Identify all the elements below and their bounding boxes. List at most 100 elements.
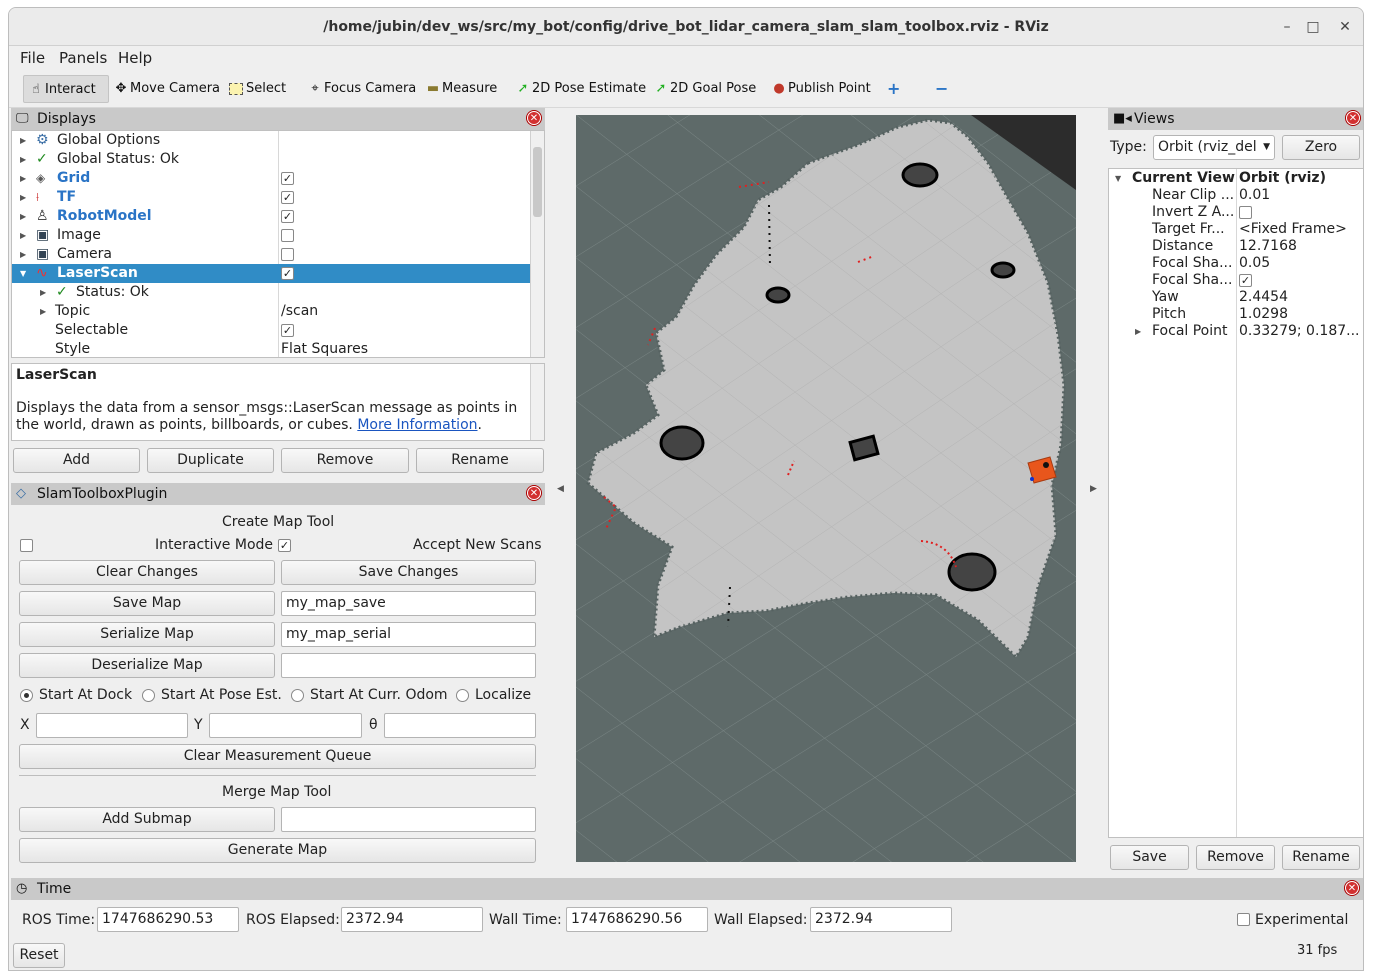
tree-row-topic[interactable]: ▶ Topic /scan bbox=[12, 302, 530, 321]
interactive-mode-checkbox[interactable]: ✓ bbox=[278, 539, 291, 552]
menu-file[interactable]: File bbox=[20, 49, 45, 67]
tree-row-laserscan[interactable]: ▼ ∿ LaserScan ✓ bbox=[12, 264, 530, 283]
view-value[interactable]: 0.33279; 0.187... bbox=[1239, 322, 1360, 341]
ros-time-field[interactable]: 1747686290.53 bbox=[97, 907, 239, 932]
more-information-link[interactable]: More Information bbox=[357, 417, 477, 433]
view-row[interactable]: ▶ Focal Point 0.33279; 0.187... bbox=[1109, 322, 1363, 341]
style-value[interactable]: Flat Squares bbox=[281, 340, 368, 357]
close-icon[interactable]: ✕ bbox=[527, 111, 541, 125]
robotmodel-checkbox[interactable]: ✓ bbox=[281, 210, 294, 223]
serialize-map-button[interactable]: Serialize Map bbox=[19, 622, 275, 647]
expand-arrow-icon[interactable]: ▶ bbox=[20, 226, 26, 245]
expand-arrow-icon[interactable]: ▶ bbox=[20, 169, 26, 188]
select-tool[interactable]: Select bbox=[225, 75, 286, 103]
expand-arrow-icon[interactable]: ▶ bbox=[20, 207, 26, 226]
tree-row-global-options[interactable]: ▶ ⚙ Global Options bbox=[12, 131, 530, 150]
remove-view-button[interactable]: Remove bbox=[1196, 845, 1275, 870]
topic-value[interactable]: /scan bbox=[281, 302, 318, 321]
menu-panels[interactable]: Panels bbox=[59, 49, 107, 67]
tree-row-global-status[interactable]: ▶ ✓ Global Status: Ok bbox=[12, 150, 530, 169]
add-submap-button[interactable]: Add Submap bbox=[19, 807, 275, 832]
tree-row-style[interactable]: Style Flat Squares bbox=[12, 340, 530, 357]
interactive-mode-label: Interactive Mode bbox=[155, 537, 274, 553]
goal-pose-tool[interactable]: ➚ 2D Goal Pose bbox=[649, 75, 757, 103]
serialize-map-name-input[interactable]: my_map_serial bbox=[281, 622, 536, 647]
clear-changes-button[interactable]: Clear Changes bbox=[19, 560, 275, 585]
tree-row-camera[interactable]: ▶ ▣ Camera bbox=[12, 245, 530, 264]
measure-tool[interactable]: ▬ Measure bbox=[421, 75, 497, 103]
add-display-button[interactable]: Add bbox=[13, 448, 140, 473]
add-tool-button[interactable]: + bbox=[883, 75, 900, 103]
displays-scrollbar[interactable] bbox=[530, 131, 544, 357]
theta-input[interactable] bbox=[384, 713, 536, 738]
expand-arrow-icon[interactable]: ▶ bbox=[1135, 322, 1141, 341]
deserialize-map-name-input[interactable] bbox=[281, 653, 536, 678]
start-at-dock-radio[interactable] bbox=[20, 689, 33, 702]
publish-point-tool[interactable]: ● Publish Point bbox=[767, 75, 870, 103]
wall-elapsed-field[interactable]: 2372.94 bbox=[810, 907, 952, 932]
focal-shape-checkbox[interactable]: ✓ bbox=[1239, 274, 1252, 287]
close-window-button[interactable]: ✕ bbox=[1327, 8, 1363, 46]
menu-help[interactable]: Help bbox=[118, 49, 152, 67]
save-view-button[interactable]: Save bbox=[1110, 845, 1189, 870]
duplicate-display-button[interactable]: Duplicate bbox=[147, 448, 274, 473]
close-icon[interactable]: ✕ bbox=[1345, 881, 1359, 895]
zero-view-button[interactable]: Zero bbox=[1282, 135, 1360, 160]
save-map-name-input[interactable]: my_map_save bbox=[281, 591, 536, 616]
deserialize-map-button[interactable]: Deserialize Map bbox=[19, 653, 275, 678]
clear-measurement-queue-button[interactable]: Clear Measurement Queue bbox=[19, 744, 536, 769]
ros-elapsed-field[interactable]: 2372.94 bbox=[341, 907, 483, 932]
maximize-button[interactable]: □ bbox=[1295, 8, 1331, 46]
grid-checkbox[interactable]: ✓ bbox=[281, 172, 294, 185]
camera-checkbox[interactable] bbox=[281, 248, 294, 261]
y-input[interactable] bbox=[209, 713, 362, 738]
x-input[interactable] bbox=[36, 713, 188, 738]
expand-arrow-icon[interactable]: ▶ bbox=[20, 131, 26, 150]
move-camera-tool[interactable]: ✥ Move Camera bbox=[109, 75, 220, 103]
3d-viewport[interactable] bbox=[576, 115, 1076, 862]
save-changes-button[interactable]: Save Changes bbox=[281, 560, 536, 585]
select-label: Select bbox=[246, 81, 287, 96]
expand-arrow-icon[interactable]: ▶ bbox=[20, 150, 26, 169]
tree-row-image[interactable]: ▶ ▣ Image bbox=[12, 226, 530, 245]
laserscan-checkbox[interactable]: ✓ bbox=[281, 267, 294, 280]
tree-row-selectable[interactable]: Selectable ✓ bbox=[12, 321, 530, 340]
expand-arrow-icon[interactable]: ▶ bbox=[20, 245, 26, 264]
collapse-left-icon[interactable]: ◀ bbox=[557, 484, 564, 494]
expand-arrow-icon[interactable]: ▶ bbox=[40, 283, 46, 302]
pose-estimate-tool[interactable]: ➚ 2D Pose Estimate bbox=[511, 75, 647, 103]
reset-button[interactable]: Reset bbox=[13, 943, 65, 968]
selectable-checkbox[interactable]: ✓ bbox=[281, 324, 294, 337]
rename-view-button[interactable]: Rename bbox=[1282, 845, 1360, 870]
generate-map-button[interactable]: Generate Map bbox=[19, 838, 536, 863]
expand-arrow-icon[interactable]: ▶ bbox=[40, 302, 46, 321]
start-at-odom-radio[interactable] bbox=[291, 689, 304, 702]
collapse-right-icon[interactable]: ▶ bbox=[1090, 484, 1097, 494]
interact-tool[interactable]: ☝ Interact bbox=[23, 75, 109, 103]
image-checkbox[interactable] bbox=[281, 229, 294, 242]
remove-display-button[interactable]: Remove bbox=[281, 448, 409, 473]
view-type-dropdown[interactable]: Orbit (rviz_del ▼ bbox=[1153, 135, 1275, 160]
tree-row-status[interactable]: ▶ ✓ Status: Ok bbox=[12, 283, 530, 302]
rename-display-button[interactable]: Rename bbox=[416, 448, 544, 473]
localize-radio[interactable] bbox=[456, 689, 469, 702]
tree-row-robotmodel[interactable]: ▶ ♙ RobotModel ✓ bbox=[12, 207, 530, 226]
expand-arrow-icon[interactable]: ▶ bbox=[20, 188, 26, 207]
tree-row-tf[interactable]: ▶ ⟊ TF ✓ bbox=[12, 188, 530, 207]
close-icon[interactable]: ✕ bbox=[1346, 111, 1360, 125]
tree-row-grid[interactable]: ▶ ◈ Grid ✓ bbox=[12, 169, 530, 188]
save-map-button[interactable]: Save Map bbox=[19, 591, 275, 616]
start-at-pose-radio[interactable] bbox=[142, 689, 155, 702]
close-icon[interactable]: ✕ bbox=[527, 486, 541, 500]
focus-camera-tool[interactable]: ⌖ Focus Camera bbox=[303, 75, 416, 103]
tf-checkbox[interactable]: ✓ bbox=[281, 191, 294, 204]
unnamed-checkbox[interactable] bbox=[20, 539, 33, 552]
experimental-label: Experimental bbox=[1255, 912, 1349, 928]
experimental-checkbox[interactable] bbox=[1237, 913, 1250, 926]
remove-tool-button[interactable]: − bbox=[931, 75, 948, 103]
wall-time-field[interactable]: 1747686290.56 bbox=[566, 907, 708, 932]
collapse-arrow-icon[interactable]: ▼ bbox=[20, 264, 26, 283]
invert-z-checkbox[interactable] bbox=[1239, 206, 1252, 219]
description-scrollbar[interactable] bbox=[530, 364, 544, 440]
submap-input[interactable] bbox=[281, 807, 536, 832]
